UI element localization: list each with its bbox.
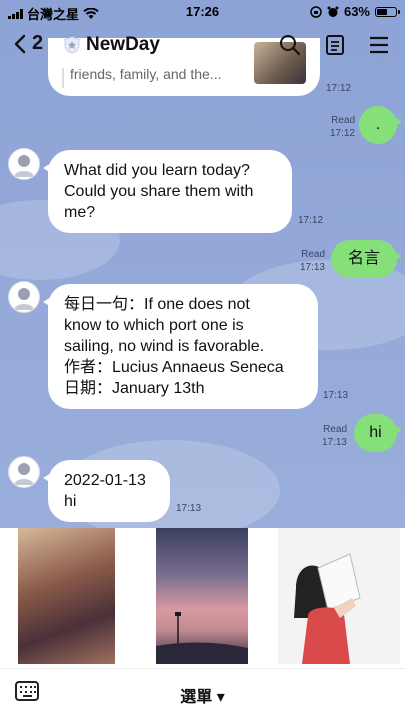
link-preview-text: friends, family, and the... [70, 66, 222, 82]
message-meta: Read 17:12 [330, 114, 355, 140]
avatar-image [14, 288, 34, 310]
quote-bar [62, 68, 64, 88]
chat-name: NewDay [86, 34, 160, 55]
message-text: . [375, 116, 381, 133]
message-bubble-theirs[interactable]: What did you learn today? Could you shar… [43, 150, 292, 233]
message-line: What did you learn today? [64, 162, 250, 179]
avatar[interactable] [8, 148, 40, 180]
message-bubble-mine[interactable]: 名言 [331, 240, 402, 278]
message-line: 日期：January 13th [64, 380, 205, 397]
timestamp: 17:13 [299, 262, 325, 273]
message-line: 每日一句：If one does not [64, 296, 250, 313]
avatar[interactable] [8, 281, 40, 313]
message-line: Could you share them with [64, 183, 254, 200]
timestamp: 17:13 [321, 437, 347, 448]
timestamp: 17:12 [298, 215, 324, 226]
chevron-left-icon [14, 34, 26, 53]
lamp-post-icon [156, 612, 248, 664]
notes-icon[interactable] [325, 34, 345, 56]
read-receipt: Read [331, 115, 355, 126]
chat-header: 2 NewDay [0, 22, 405, 68]
message-text: 名言 [347, 250, 380, 267]
menu-icon[interactable] [369, 34, 389, 56]
message-bubble-theirs[interactable]: 2022-01-13 hi [43, 460, 170, 522]
battery-icon [375, 6, 400, 17]
message-bubble-mine[interactable]: . [359, 106, 402, 144]
sticker-panel [0, 528, 405, 668]
message-line: 作者：Lucius Annaeus Seneca [64, 359, 284, 376]
girl-illustration [294, 553, 361, 664]
message-meta: Read 17:13 [322, 423, 347, 449]
sticker-girl-at-desk[interactable] [18, 528, 115, 664]
avatar-image [14, 155, 34, 177]
timestamp: 17:12 [326, 83, 352, 94]
read-receipt: Read [323, 424, 347, 435]
back-button[interactable]: 2 [14, 32, 43, 55]
message-line: 2022-01-13 [64, 472, 146, 489]
menu-toggle[interactable]: 選單 ▾ [0, 683, 405, 707]
chat-title[interactable]: NewDay [64, 34, 160, 56]
avatar-image [14, 463, 34, 485]
battery-percent: 63% [343, 4, 370, 19]
timestamp: 17:13 [323, 390, 349, 401]
shield-icon [64, 36, 80, 54]
search-icon[interactable] [279, 34, 301, 56]
bottom-bar: 選單 ▾ [0, 668, 405, 720]
read-receipt: Read [301, 249, 325, 260]
sticker-sunset-sky[interactable] [156, 528, 248, 664]
status-bar: 台灣之星 17:26 63% [0, 0, 405, 22]
timestamp: 17:13 [176, 503, 202, 514]
message-text: hi [369, 424, 382, 441]
message-meta: Read 17:13 [300, 248, 325, 274]
message-bubble-theirs[interactable]: 每日一句：If one does not know to which port … [43, 284, 318, 409]
sticker-girl-with-paper[interactable] [278, 528, 400, 664]
rotation-lock-icon [310, 5, 322, 18]
message-line: know to which port one is [64, 317, 244, 334]
message-line: sailing, no wind is favorable. [64, 338, 265, 355]
timestamp: 17:12 [329, 128, 355, 139]
message-line: hi [64, 493, 77, 510]
alarm-icon [327, 6, 339, 17]
message-bubble-mine[interactable]: hi [354, 414, 402, 452]
avatar[interactable] [8, 456, 40, 488]
message-line: me? [64, 204, 96, 221]
unread-count: 2 [32, 32, 44, 54]
